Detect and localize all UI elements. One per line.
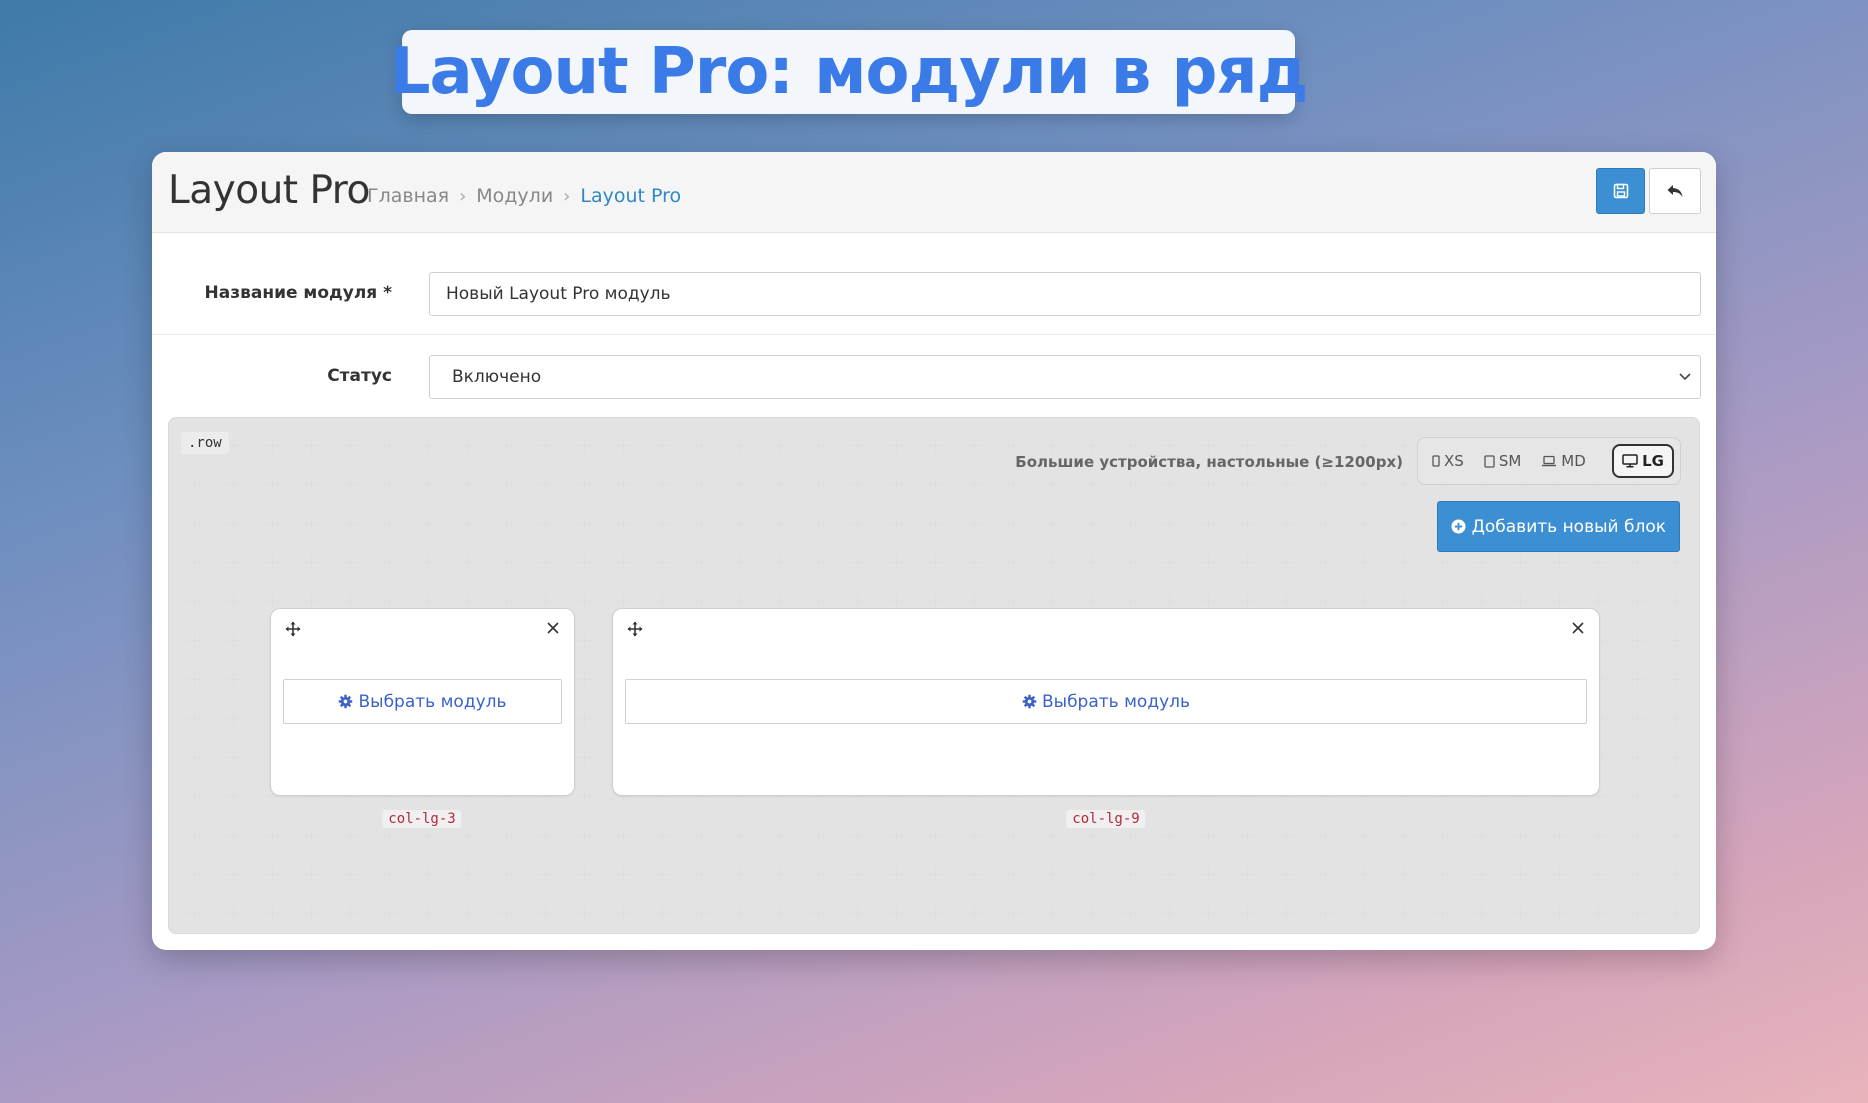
choose-module-label: Выбрать модуль <box>1041 691 1191 712</box>
page-title: Layout Pro <box>168 168 370 213</box>
device-button-xs[interactable]: XS <box>1424 444 1472 478</box>
back-button[interactable] <box>1649 168 1701 214</box>
chevron-down-icon <box>1679 373 1691 381</box>
row-class-tag: .row <box>181 432 229 454</box>
close-icon[interactable] <box>1571 621 1585 635</box>
status-select-value: Включено <box>452 367 542 387</box>
choose-module-label: Выбрать модуль <box>358 691 507 712</box>
tablet-icon <box>1484 454 1495 468</box>
column-class-label: col-lg-9 <box>1066 810 1146 828</box>
desktop-icon <box>1622 454 1638 468</box>
gear-icon <box>339 694 353 709</box>
hero-title: Layout Pro: модули в ряд <box>389 35 1308 109</box>
module-editor-panel: Layout Pro Главная › Модули › Layout Pro… <box>152 152 1716 950</box>
add-new-block-button[interactable]: Добавить новый блок <box>1436 501 1680 552</box>
module-name-label: Название модуля * <box>204 283 392 303</box>
device-label-lg: LG <box>1642 452 1664 470</box>
device-toggle-group: XS SM MD LG <box>1417 437 1681 485</box>
device-label-sm: SM <box>1498 452 1522 470</box>
device-caption: Большие устройства, настольные (≥1200px) <box>1015 453 1403 471</box>
column-class-label: col-lg-3 <box>382 810 462 828</box>
laptop-icon <box>1542 455 1557 467</box>
phone-icon <box>1432 455 1440 467</box>
close-icon[interactable] <box>546 621 560 635</box>
gear-icon <box>1022 694 1037 709</box>
breadcrumb-separator: › <box>563 185 571 207</box>
floppy-disk-icon <box>1613 183 1628 199</box>
breadcrumb: Главная › Модули › Layout Pro <box>367 185 681 207</box>
form-row-divider <box>152 334 1716 335</box>
choose-module-button[interactable]: Выбрать модуль <box>625 679 1587 724</box>
breadcrumb-item-home[interactable]: Главная <box>367 185 449 207</box>
device-button-lg[interactable]: LG <box>1612 444 1674 478</box>
breadcrumb-item-modules[interactable]: Модули <box>476 185 553 207</box>
panel-header: Layout Pro Главная › Модули › Layout Pro <box>152 152 1716 233</box>
move-icon[interactable] <box>627 621 643 637</box>
save-button[interactable] <box>1596 168 1645 214</box>
device-button-sm[interactable]: SM <box>1476 444 1529 478</box>
breadcrumb-separator: › <box>459 185 467 207</box>
row-builder: .row Большие устройства, настольные (≥12… <box>168 417 1700 934</box>
column-block: Выбрать модуль <box>612 608 1600 796</box>
device-label-md: MD <box>1561 452 1586 470</box>
module-name-input[interactable] <box>429 272 1701 316</box>
breadcrumb-item-current[interactable]: Layout Pro <box>580 185 681 207</box>
choose-module-button[interactable]: Выбрать модуль <box>283 679 562 724</box>
move-icon[interactable] <box>285 621 301 637</box>
column-block: Выбрать модуль <box>270 608 575 796</box>
device-button-md[interactable]: MD <box>1533 444 1594 478</box>
hero-banner: Layout Pro: модули в ряд <box>390 30 1308 114</box>
reply-arrow-icon <box>1667 185 1683 197</box>
status-label: Статус <box>327 366 392 386</box>
device-label-xs: XS <box>1444 452 1464 470</box>
add-new-block-label: Добавить новый блок <box>1471 516 1666 537</box>
status-select[interactable]: Включено <box>429 355 1701 399</box>
plus-circle-icon <box>1451 519 1466 534</box>
